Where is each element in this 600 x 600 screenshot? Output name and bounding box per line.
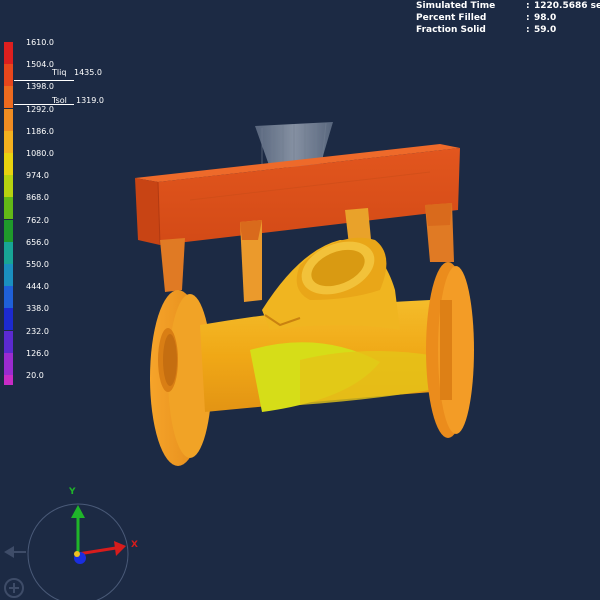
valve-right-flange [426, 262, 474, 438]
valve-body [200, 237, 432, 412]
valve-left-flange [150, 290, 212, 466]
axis-y-label: Y [69, 487, 76, 497]
axis-x-label: X [131, 540, 138, 550]
axis-labels: Y X [0, 480, 150, 600]
